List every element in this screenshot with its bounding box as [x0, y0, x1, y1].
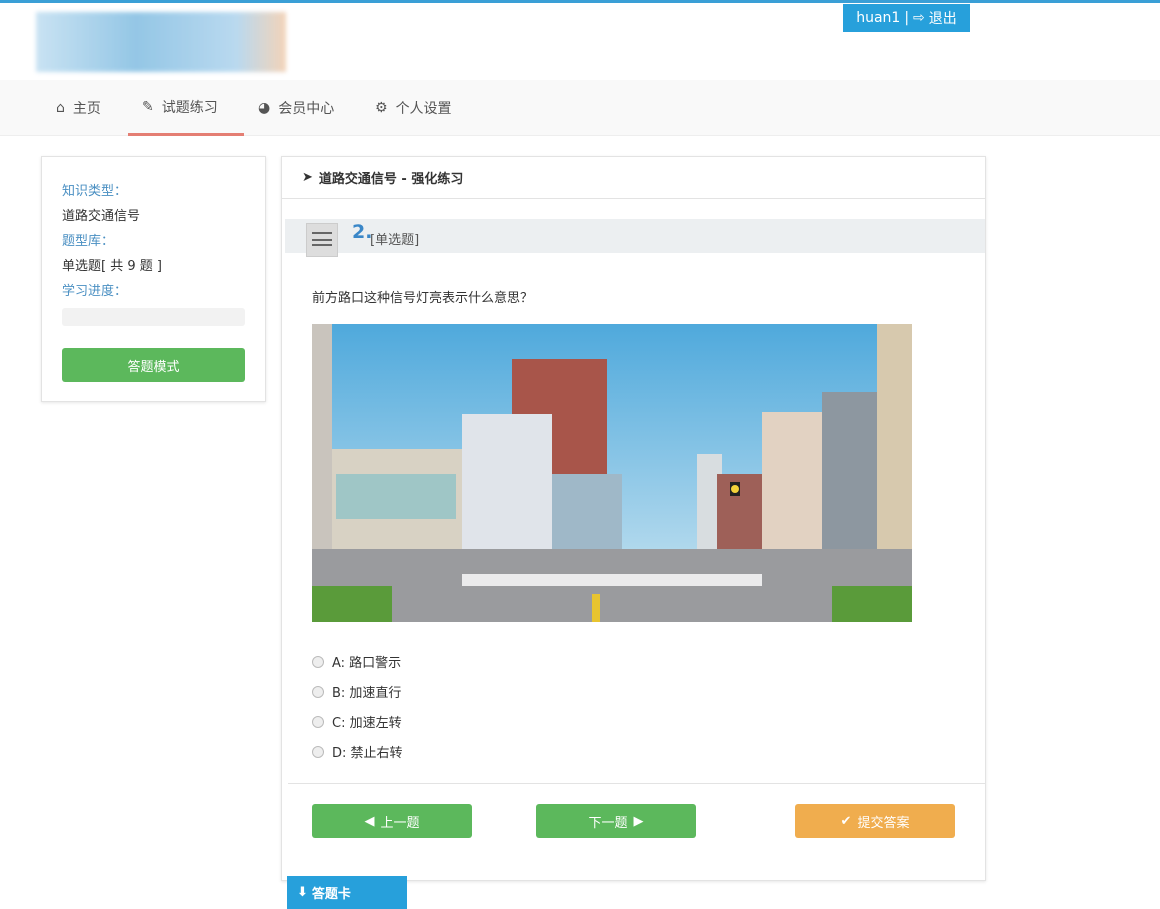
site-logo[interactable]: [36, 12, 286, 72]
question-text: 前方路口这种信号灯亮表示什么意思？: [312, 291, 534, 306]
answer-option[interactable]: A: 路口警示: [312, 652, 401, 671]
username-link[interactable]: huan1: [856, 10, 900, 26]
panel-title: 道路交通信号 - 强化练习: [318, 172, 464, 187]
question-panel: ➤ 道路交通信号 - 强化练习 2. [单选题] 前方路口这种信号灯亮表示什么意思…: [281, 156, 986, 881]
edit-icon: ✎: [142, 98, 154, 115]
check-circle-icon: ✔: [840, 813, 852, 829]
submit-answer-button[interactable]: ✔ 提交答案: [795, 804, 955, 838]
next-label: 下一题: [588, 815, 628, 831]
nav-label: 个人设置: [395, 101, 452, 117]
option-label: B: 加速直行: [332, 686, 402, 701]
document-icon: [306, 223, 338, 257]
radio-button[interactable]: [312, 685, 324, 698]
knowledge-value: 道路交通信号: [62, 209, 141, 224]
answer-option[interactable]: D: 禁止右转: [312, 742, 403, 761]
nav-member[interactable]: ◕ 会员中心: [258, 80, 334, 136]
nav-home[interactable]: ⌂ 主页: [56, 80, 101, 136]
question-image: [312, 324, 912, 622]
next-question-button[interactable]: 下一题 ▶: [536, 804, 696, 838]
sidebar-info: 知识类型： 道路交通信号 题型库： 单选题[ 共 9 题 ] 学习进度： 答题模…: [41, 156, 266, 402]
nav-label: 试题练习: [161, 99, 218, 116]
send-icon: ➤: [302, 170, 313, 185]
chevron-left-icon: ◀: [364, 813, 375, 829]
submit-label: 提交答案: [857, 815, 910, 831]
nav-label: 会员中心: [278, 101, 335, 117]
progress-label: 学习进度：: [62, 284, 128, 299]
chevron-right-icon: ▶: [633, 813, 644, 829]
logout-icon: ⇨: [913, 10, 925, 26]
option-label: A: 路口警示: [332, 656, 402, 671]
divider: [288, 783, 985, 784]
nav-settings[interactable]: ⚙ 个人设置: [375, 80, 452, 136]
dashboard-icon: ◕: [258, 100, 271, 116]
radio-button[interactable]: [312, 745, 324, 758]
answer-mode-button[interactable]: 答题模式: [62, 348, 245, 382]
radio-button[interactable]: [312, 715, 324, 728]
bank-value: 单选题[ 共 9 题 ]: [62, 259, 162, 274]
answer-card-label: 答题卡: [311, 887, 351, 902]
user-box: huan1 | ⇨ 退出: [843, 4, 970, 32]
top-accent-bar: [0, 0, 1160, 3]
option-label: C: 加速左转: [332, 716, 402, 731]
arrow-down-circle-icon: ⬇: [297, 885, 308, 900]
prev-question-button[interactable]: ◀ 上一题: [312, 804, 472, 838]
nav-practice[interactable]: ✎ 试题练习: [128, 80, 244, 136]
radio-button[interactable]: [312, 655, 324, 668]
gears-icon: ⚙: [375, 100, 388, 116]
nav-label: 主页: [72, 101, 101, 117]
main-nav: ⌂ 主页 ✎ 试题练习 ◕ 会员中心 ⚙ 个人设置: [0, 80, 1160, 136]
answer-option[interactable]: B: 加速直行: [312, 682, 401, 701]
bank-label: 题型库：: [62, 234, 115, 249]
knowledge-label: 知识类型：: [62, 184, 128, 199]
logout-link[interactable]: 退出: [929, 8, 957, 28]
progress-bar: [62, 308, 245, 326]
separator: |: [904, 10, 910, 26]
answer-card-button[interactable]: ⬇ 答题卡: [287, 876, 407, 909]
answer-option[interactable]: C: 加速左转: [312, 712, 402, 731]
option-label: D: 禁止右转: [332, 746, 403, 761]
prev-label: 上一题: [380, 815, 420, 831]
question-type: [单选题]: [370, 233, 420, 248]
home-icon: ⌂: [56, 100, 65, 116]
panel-header: ➤ 道路交通信号 - 强化练习: [282, 157, 985, 199]
